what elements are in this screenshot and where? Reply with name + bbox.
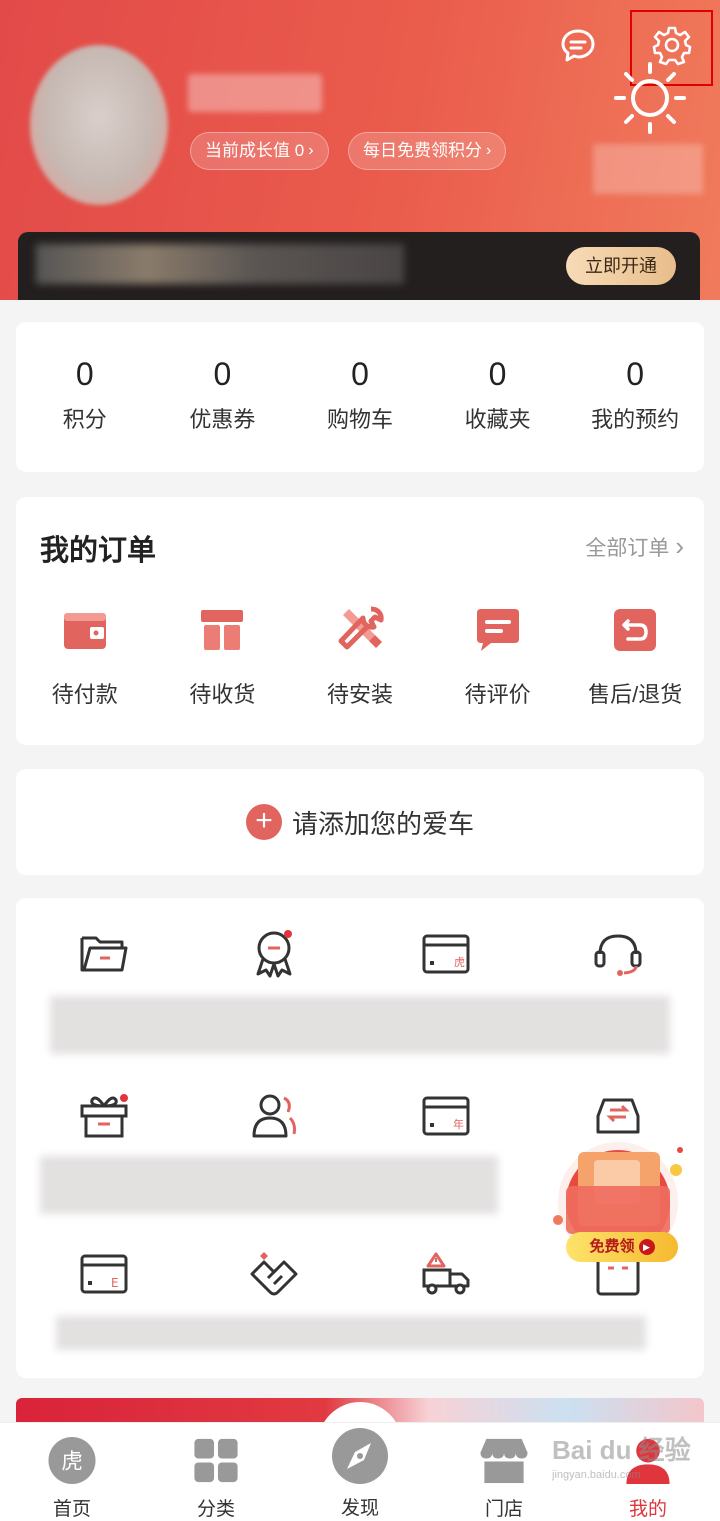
free-claim-button[interactable]: 免费领 ▶: [566, 1232, 678, 1262]
svg-text:E: E: [111, 1276, 119, 1290]
profile-header: 当前成长值 0 › 每日免费领积分 › 立即开通: [0, 0, 720, 300]
stat-coupons[interactable]: 0 优惠券: [154, 322, 292, 472]
order-pending-review[interactable]: 待评价: [429, 605, 567, 709]
grid-row3-labels-redacted: [56, 1316, 646, 1350]
card-hu-icon[interactable]: 虎: [420, 928, 472, 980]
vip-banner[interactable]: 立即开通: [18, 232, 700, 300]
stats-card: 0 积分 0 优惠券 0 购物车 0 收藏夹 0 我的预约: [16, 322, 704, 472]
store-icon: [480, 1438, 528, 1484]
growth-value-pill[interactable]: 当前成长值 0 ›: [190, 132, 329, 170]
gift-box-icon[interactable]: [78, 1090, 130, 1142]
card-e-icon[interactable]: E: [78, 1248, 130, 1300]
orders-title: 我的订单: [40, 535, 157, 567]
order-pending-install[interactable]: 待安装: [291, 605, 429, 709]
award-badge-icon[interactable]: [248, 928, 300, 980]
plus-icon: +: [245, 804, 282, 840]
grid-icon: [194, 1438, 238, 1483]
order-pending-payment[interactable]: 待付款: [16, 605, 154, 709]
tools-icon: [338, 606, 384, 650]
car-exchange-icon[interactable]: [592, 1090, 644, 1142]
order-after-sales[interactable]: 售后/退货: [566, 605, 704, 709]
user-group-icon[interactable]: [248, 1090, 300, 1142]
folder-icon[interactable]: [78, 928, 130, 980]
stat-points[interactable]: 0 积分: [16, 322, 154, 472]
services-grid: 虎 年 E: [16, 898, 704, 1378]
compass-icon: [332, 1428, 388, 1484]
package-icon: [201, 610, 244, 650]
grid-row1-labels-redacted: [50, 996, 670, 1054]
sun-icon[interactable]: [606, 58, 694, 136]
all-orders-link[interactable]: 全部订单 ›: [585, 531, 684, 562]
grid-row2-labels-redacted: [40, 1156, 498, 1214]
redacted-badge: [593, 144, 703, 194]
tiger-logo-icon: 虎: [48, 1436, 96, 1485]
stat-appointments[interactable]: 0 我的预约: [566, 322, 704, 472]
stat-cart[interactable]: 0 购物车: [291, 322, 429, 472]
svg-text:虎: 虎: [454, 956, 465, 969]
message-icon[interactable]: [556, 24, 600, 68]
orders-card: 我的订单 全部订单 › 待付款 待收货 待安装 待评价 售后/退货: [16, 497, 704, 745]
order-pending-receipt[interactable]: 待收货: [154, 605, 292, 709]
open-vip-button[interactable]: 立即开通: [566, 247, 676, 285]
comment-icon: [476, 609, 519, 651]
baidu-watermark: Bai du 经验 jingyan.baidu.com: [552, 1435, 691, 1481]
svg-text:虎: 虎: [61, 1449, 83, 1474]
tab-home[interactable]: 虎 首页: [0, 1423, 144, 1521]
stat-favorites[interactable]: 0 收藏夹: [429, 322, 567, 472]
wallet-icon: [63, 613, 106, 649]
vip-text-redacted: [36, 244, 404, 284]
avatar[interactable]: [30, 45, 168, 205]
tab-category[interactable]: 分类: [144, 1423, 288, 1521]
username-redacted: [188, 74, 322, 112]
handshake-icon[interactable]: [248, 1248, 300, 1300]
tab-discover[interactable]: 发现: [288, 1423, 432, 1521]
headset-icon[interactable]: [592, 928, 644, 980]
chevron-right-icon: ›: [486, 142, 492, 159]
return-icon: [614, 609, 657, 651]
add-car-button[interactable]: + 请添加您的爱车: [16, 769, 704, 875]
chevron-right-icon: ›: [308, 142, 314, 159]
svg-text:年: 年: [453, 1117, 464, 1131]
play-icon: ▶: [638, 1239, 655, 1255]
chevron-right-icon: ›: [675, 531, 684, 561]
tow-truck-icon[interactable]: [420, 1248, 472, 1300]
card-year-icon[interactable]: 年: [420, 1090, 472, 1142]
daily-points-pill[interactable]: 每日免费领积分 ›: [348, 132, 507, 170]
